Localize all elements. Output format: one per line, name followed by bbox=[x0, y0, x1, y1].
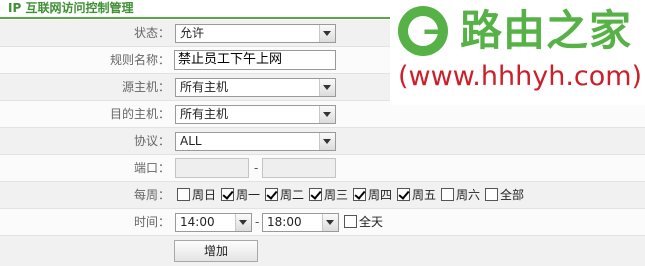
weekday-label: 周一 bbox=[236, 188, 261, 202]
src-host-label: 源主机： bbox=[121, 80, 170, 94]
rule-name-label: 规则名称： bbox=[109, 53, 170, 67]
protocol-value: ALL bbox=[180, 134, 202, 148]
add-button[interactable]: 增加 bbox=[174, 240, 258, 262]
week-label: 每周： bbox=[133, 188, 170, 202]
row-time: 时间： 14:00 - 18:00 全天 bbox=[0, 209, 645, 236]
status-value: 允许 bbox=[180, 26, 205, 40]
time-start-select[interactable]: 14:00 bbox=[175, 213, 252, 232]
weekday-checkbox[interactable] bbox=[441, 188, 454, 201]
time-end-select[interactable]: 18:00 bbox=[262, 213, 339, 232]
protocol-label: 协议： bbox=[133, 134, 170, 148]
row-port: 端口： - bbox=[0, 155, 645, 182]
allday-label: 全天 bbox=[359, 215, 384, 229]
row-week: 每周： 周日 周一 周二 周三 周四 周五 周六 全部 bbox=[0, 182, 645, 209]
logo-mark-icon bbox=[398, 6, 448, 56]
row-dst-host: 目的主机： 所有主机 bbox=[0, 101, 645, 128]
status-label: 状态： bbox=[133, 26, 170, 40]
time-end-value: 18:00 bbox=[267, 215, 302, 229]
protocol-select[interactable]: ALL bbox=[175, 132, 336, 151]
row-submit: 增加 bbox=[0, 236, 645, 266]
chevron-down-icon[interactable] bbox=[319, 106, 335, 123]
status-select[interactable]: 允许 bbox=[175, 24, 336, 43]
time-label: 时间： bbox=[133, 215, 170, 229]
site-logo: 路由之家 (www.hhhyh.com) bbox=[390, 0, 645, 105]
weekday-checkbox[interactable] bbox=[177, 188, 190, 201]
time-separator: - bbox=[255, 215, 260, 229]
port-end-input[interactable] bbox=[262, 158, 336, 178]
dst-host-value: 所有主机 bbox=[180, 107, 229, 121]
row-protocol: 协议： ALL bbox=[0, 128, 645, 155]
port-separator: - bbox=[254, 161, 259, 175]
logo-name: 路由之家 bbox=[460, 6, 633, 55]
weekday-label: 周五 bbox=[412, 188, 437, 202]
logo-url: (www.hhhyh.com) bbox=[398, 61, 643, 92]
src-host-select[interactable]: 所有主机 bbox=[175, 78, 336, 97]
weekday-checkbox[interactable] bbox=[265, 188, 278, 201]
weekday-label: 周四 bbox=[368, 188, 393, 202]
weekday-checkbox[interactable] bbox=[397, 188, 410, 201]
chevron-down-icon[interactable] bbox=[319, 79, 335, 96]
weekday-label: 周三 bbox=[324, 188, 349, 202]
port-label: 端口： bbox=[133, 161, 170, 175]
chevron-down-icon[interactable] bbox=[322, 214, 338, 231]
weekday-label: 周二 bbox=[280, 188, 305, 202]
page-title: IP 互联网访问控制管理 bbox=[8, 1, 134, 15]
chevron-down-icon[interactable] bbox=[319, 133, 335, 150]
dst-host-label: 目的主机： bbox=[109, 107, 170, 121]
weekday-label: 全部 bbox=[500, 188, 525, 202]
weekday-label: 周日 bbox=[192, 188, 217, 202]
weekday-checkbox[interactable] bbox=[353, 188, 366, 201]
allday-checkbox[interactable] bbox=[344, 215, 357, 228]
weekday-checkbox[interactable] bbox=[221, 188, 234, 201]
weekday-checkbox[interactable] bbox=[485, 188, 498, 201]
dst-host-select[interactable]: 所有主机 bbox=[175, 105, 336, 124]
weekday-label: 周六 bbox=[456, 188, 481, 202]
time-start-value: 14:00 bbox=[180, 215, 215, 229]
rule-name-input[interactable]: 禁止员工下午上网 bbox=[174, 50, 336, 70]
chevron-down-icon[interactable] bbox=[319, 25, 335, 42]
src-host-value: 所有主机 bbox=[180, 80, 229, 94]
chevron-down-icon[interactable] bbox=[235, 214, 251, 231]
weekday-checkbox[interactable] bbox=[309, 188, 322, 201]
port-start-input[interactable] bbox=[175, 158, 249, 178]
